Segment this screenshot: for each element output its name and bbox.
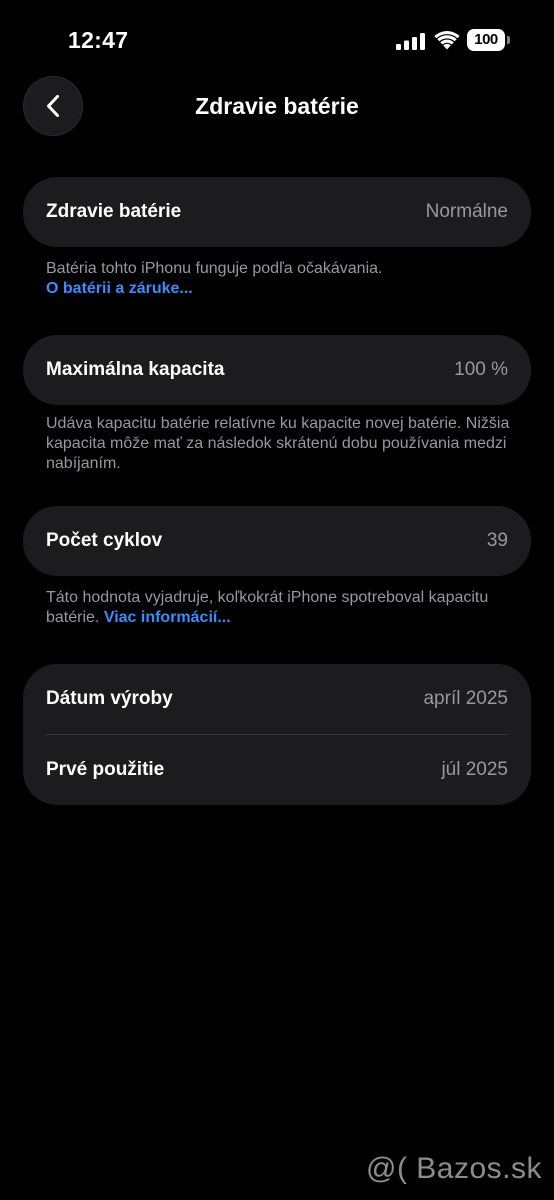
max-capacity-row: Maximálna kapacita 100 % [23, 335, 531, 405]
status-time: 12:47 [68, 27, 129, 53]
manufacture-date-label: Dátum výroby [46, 688, 173, 709]
status-bar: 12:47 100 [0, 0, 554, 80]
cycle-count-value: 39 [486, 530, 508, 551]
more-info-link[interactable]: Viac informácií... [104, 609, 231, 626]
battery-tip [507, 36, 510, 44]
first-use-value: júl 2025 [441, 759, 508, 780]
max-capacity-label: Maximálna kapacita [46, 359, 225, 380]
wifi-icon [434, 31, 460, 50]
page-title: Zdravie batérie [195, 93, 359, 119]
first-use-label: Prvé použitie [46, 759, 165, 780]
cycle-count-label: Počet cyklov [46, 530, 163, 551]
cellular-signal-icon [396, 33, 425, 50]
cycle-count-card: Počet cyklov 39 [23, 506, 531, 576]
battery-level: 100 [467, 29, 505, 51]
max-capacity-card: Maximálna kapacita 100 % [23, 335, 531, 405]
dates-card: Dátum výroby apríl 2025 Prvé použitie jú… [23, 664, 531, 805]
manufacture-date-row: Dátum výroby apríl 2025 [23, 664, 531, 734]
battery-health-value: Normálne [425, 201, 508, 222]
battery-icon: 100 [467, 29, 511, 53]
manufacture-date-value: apríl 2025 [423, 688, 508, 709]
max-capacity-footnote: Udáva kapacitu batérie relatívne ku kapa… [46, 415, 510, 472]
battery-health-row: Zdravie batérie Normálne [23, 177, 531, 247]
battery-health-footnote: Batéria tohto iPhonu funguje podľa očaká… [46, 259, 516, 299]
cycle-count-footnote: Táto hodnota vyjadruje, koľkokrát iPhone… [46, 588, 508, 628]
watermark: @( Bazos.sk [366, 1152, 542, 1185]
max-capacity-value: 100 % [454, 359, 508, 380]
battery-health-label: Zdravie batérie [46, 201, 182, 222]
cycle-count-row: Počet cyklov 39 [23, 506, 531, 576]
battery-health-card: Zdravie batérie Normálne [23, 177, 531, 247]
battery-health-description: Batéria tohto iPhonu funguje podľa očaká… [46, 260, 383, 277]
navigation-bar: Zdravie batérie [0, 76, 554, 138]
first-use-row: Prvé použitie júl 2025 [23, 735, 531, 805]
battery-warranty-link[interactable]: O batérii a záruke... [46, 280, 193, 297]
